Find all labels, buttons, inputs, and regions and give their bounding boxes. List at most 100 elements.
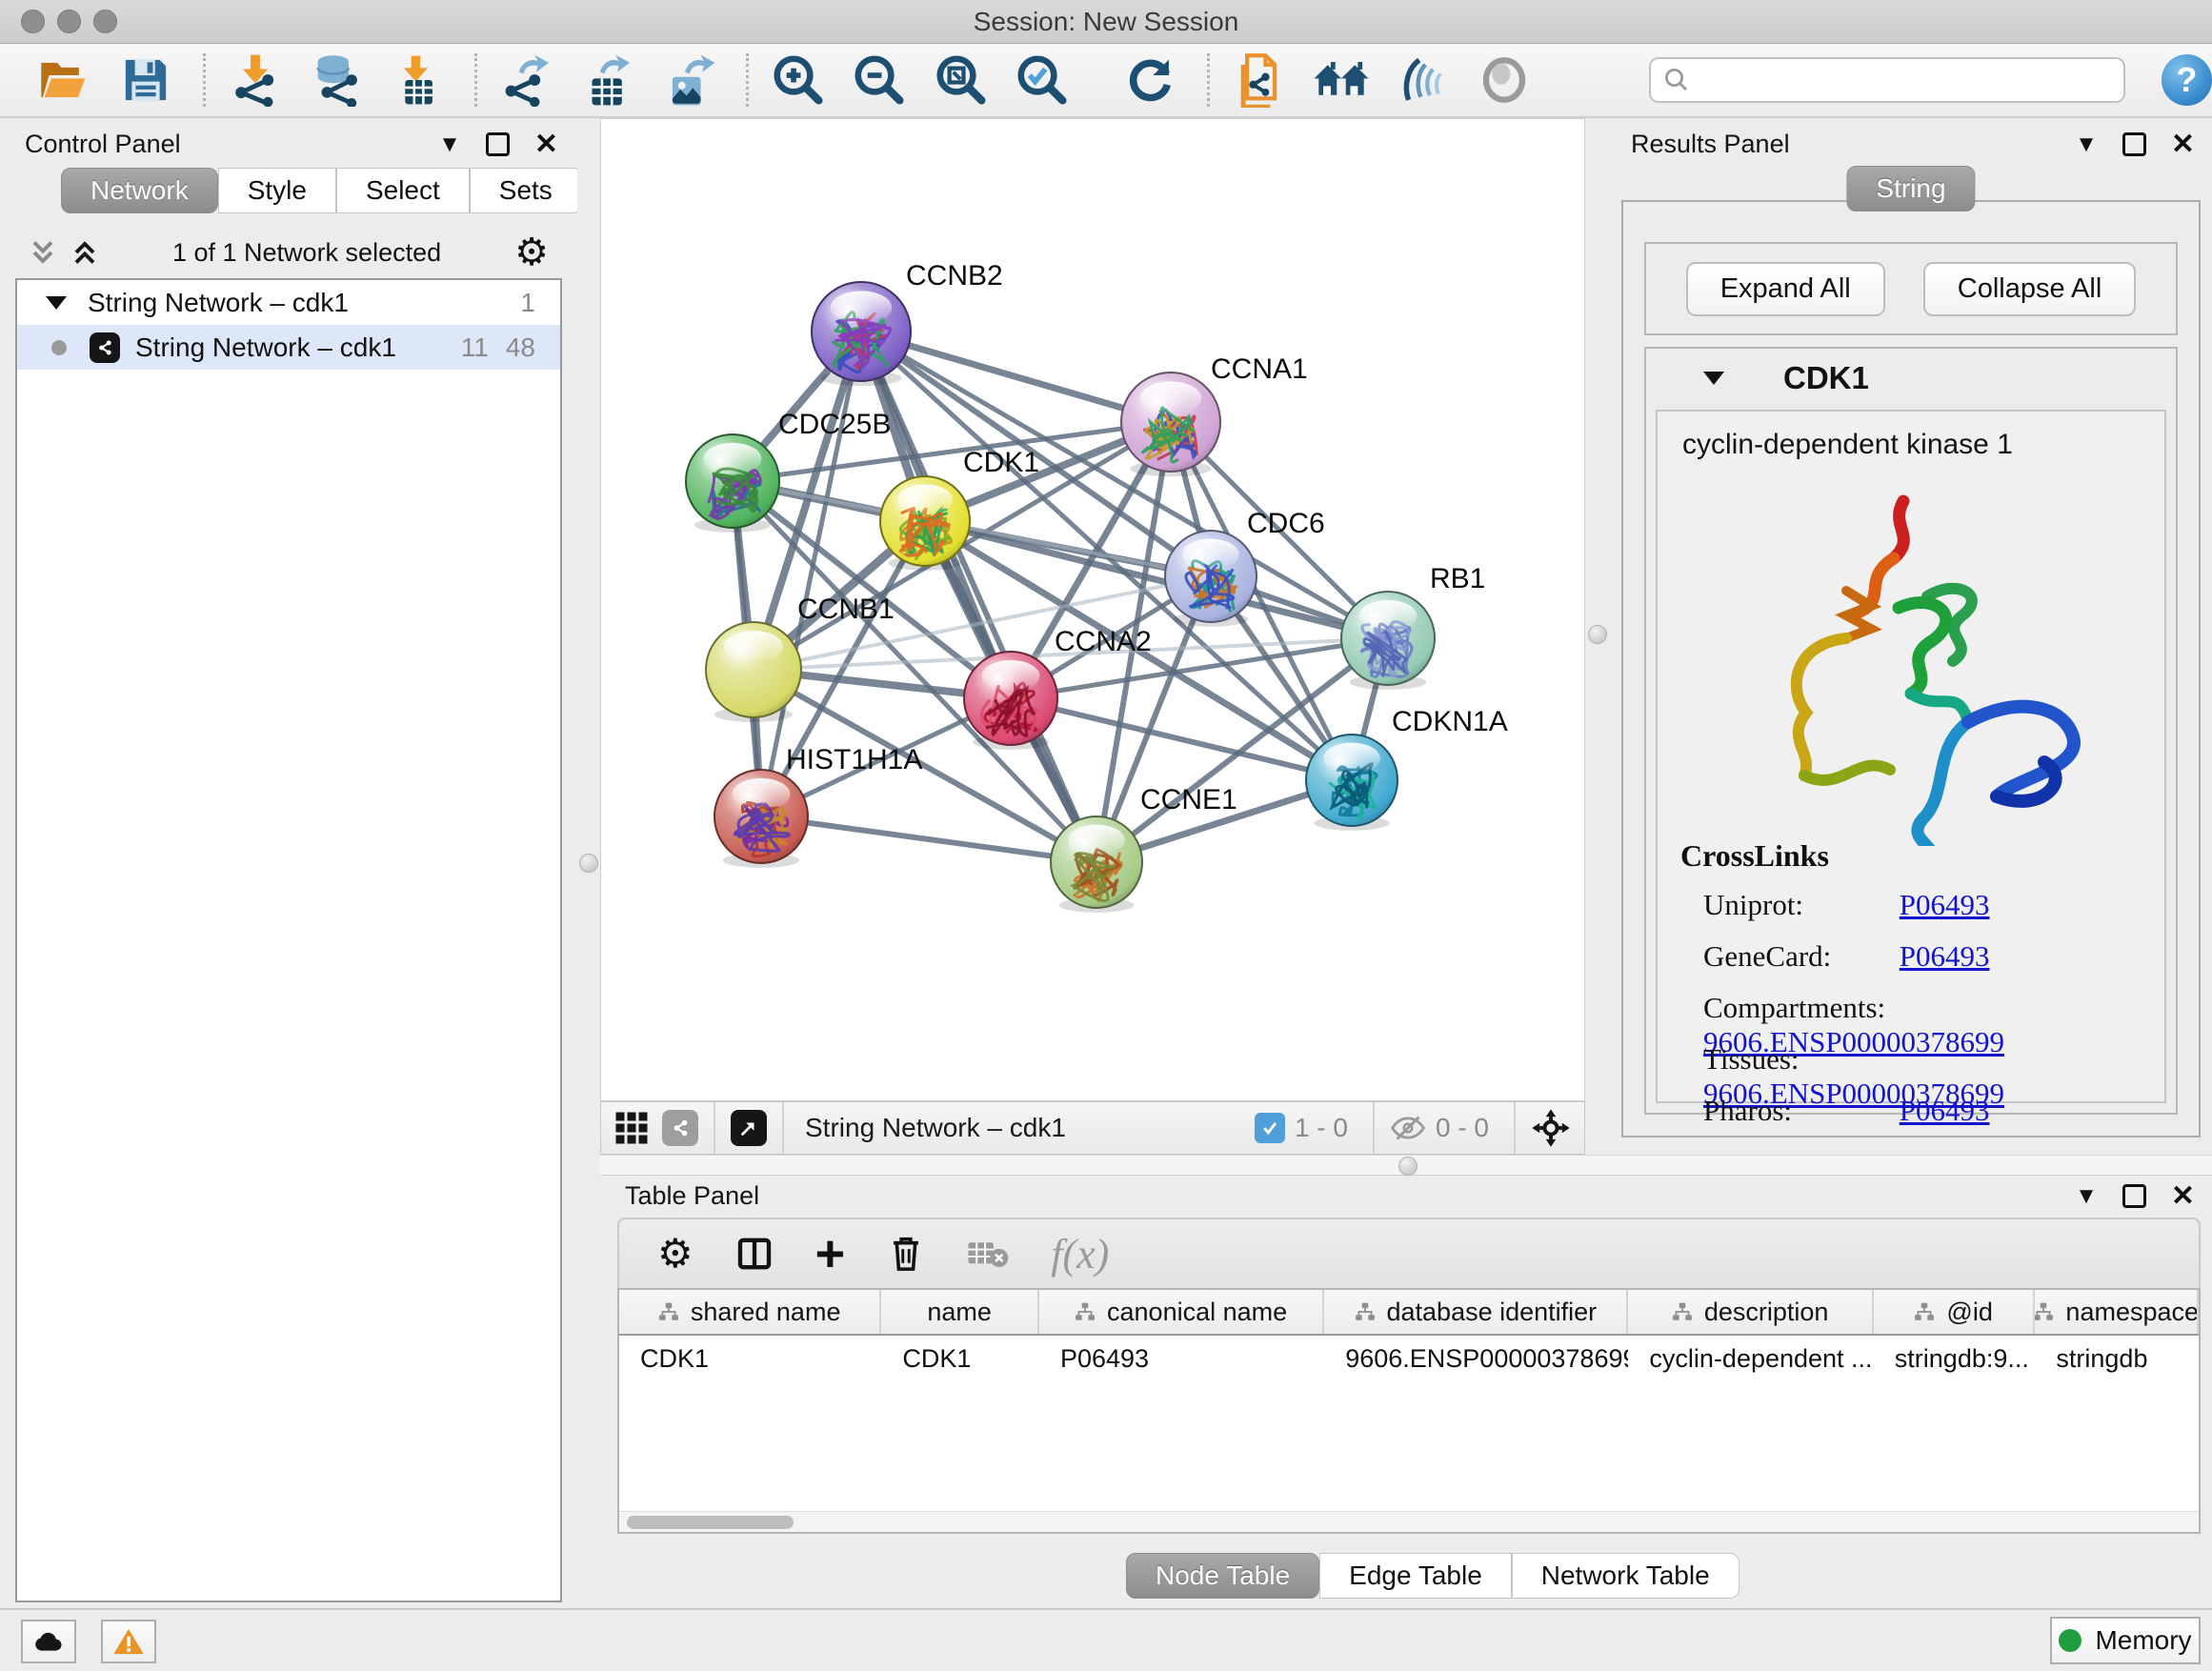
collection-collapse-icon[interactable] bbox=[46, 296, 67, 310]
float-panel-icon[interactable]: ▼ bbox=[2075, 1185, 2098, 1208]
scrollbar-thumb[interactable] bbox=[627, 1516, 794, 1529]
expand-all-networks-icon[interactable] bbox=[70, 236, 99, 269]
tab-string[interactable]: String bbox=[1846, 166, 1975, 211]
table-cell[interactable]: stringdb bbox=[2035, 1336, 2199, 1381]
table-cell[interactable]: CDK1 bbox=[619, 1336, 881, 1381]
open-in-browser-icon[interactable] bbox=[731, 1110, 767, 1146]
close-panel-icon[interactable]: ✕ bbox=[2171, 131, 2195, 159]
collapse-all-button[interactable]: Collapse All bbox=[1923, 262, 2137, 316]
genecard-link[interactable]: P06493 bbox=[1900, 939, 1990, 973]
network-node-count: 11 bbox=[461, 332, 489, 363]
maximize-panel-icon[interactable] bbox=[486, 132, 510, 156]
network-options-gear-icon[interactable]: ⚙ bbox=[514, 233, 549, 272]
zoom-in-icon[interactable] bbox=[770, 51, 826, 109]
tab-node-table[interactable]: Node Table bbox=[1126, 1553, 1319, 1599]
selected-nodes-counter: 1 - 0 bbox=[1295, 1113, 1348, 1143]
memory-button[interactable]: Memory bbox=[2050, 1617, 2201, 1664]
node-gloss bbox=[704, 443, 762, 474]
memory-label: Memory bbox=[2095, 1625, 2191, 1656]
hierarchy-icon bbox=[1914, 1301, 1935, 1322]
import-network-from-database-icon[interactable] bbox=[308, 51, 364, 109]
main-toolbar: ? bbox=[0, 44, 2212, 118]
float-panel-icon[interactable]: ▼ bbox=[2075, 133, 2098, 156]
tab-network[interactable]: Network bbox=[61, 168, 218, 213]
help-button[interactable]: ? bbox=[2162, 54, 2212, 106]
network-collection-row[interactable]: String Network – cdk1 1 bbox=[17, 280, 560, 325]
hide-results-eye-slash-icon[interactable] bbox=[1395, 51, 1451, 109]
splitter-handle[interactable] bbox=[579, 854, 598, 873]
tab-style[interactable]: Style bbox=[218, 168, 336, 213]
refresh-icon[interactable] bbox=[1122, 51, 1178, 109]
tab-select[interactable]: Select bbox=[336, 168, 470, 213]
network-view-title: String Network – cdk1 bbox=[805, 1113, 1066, 1143]
selected-nodes-checkbox-icon[interactable] bbox=[1255, 1113, 1285, 1143]
column-header-sharedname[interactable]: shared name bbox=[619, 1290, 881, 1334]
column-header-id[interactable]: @id bbox=[1874, 1290, 2036, 1334]
column-header-description[interactable]: description bbox=[1628, 1290, 1873, 1334]
share-session-file-icon[interactable] bbox=[1231, 51, 1287, 109]
import-network-from-file-icon[interactable] bbox=[227, 51, 283, 109]
zoom-out-icon[interactable] bbox=[852, 51, 908, 109]
maximize-panel-icon[interactable] bbox=[2122, 132, 2146, 156]
search-input[interactable] bbox=[1691, 66, 2101, 95]
left-panel-splitter[interactable] bbox=[577, 118, 600, 1608]
tab-sets[interactable]: Sets bbox=[470, 168, 582, 213]
string-network-graph[interactable]: CCNB2CCNA1CDC25BCDK1CDC6RB1CCNB1CCNA2CDK… bbox=[601, 119, 1584, 1100]
expand-all-button[interactable]: Expand All bbox=[1686, 262, 1885, 316]
maximize-panel-icon[interactable] bbox=[2122, 1184, 2146, 1208]
string-style-icon[interactable] bbox=[662, 1110, 698, 1146]
tab-network-table[interactable]: Network Table bbox=[1512, 1553, 1739, 1599]
node-label-CDK1: CDK1 bbox=[963, 447, 1039, 478]
crosslink-row: GeneCard: P06493 bbox=[1703, 939, 1990, 974]
table-cell[interactable]: cyclin-dependent ... bbox=[1628, 1336, 1873, 1381]
column-header-databaseidentifier[interactable]: database identifier bbox=[1324, 1290, 1628, 1334]
table-cell[interactable]: CDK1 bbox=[881, 1336, 1039, 1381]
column-header-canonicalname[interactable]: canonical name bbox=[1039, 1290, 1324, 1334]
cloud-status-button[interactable] bbox=[21, 1620, 76, 1663]
table-row[interactable]: CDK1CDK1P064939606.ENSP00000378699cyclin… bbox=[619, 1336, 2199, 1381]
column-header-name[interactable]: name bbox=[881, 1290, 1039, 1334]
string-results-container: Expand All Collapse All CDK1 cyclin-depe… bbox=[1621, 200, 2201, 1137]
import-table-from-file-icon[interactable] bbox=[390, 51, 446, 109]
collapse-all-networks-icon[interactable] bbox=[29, 236, 57, 269]
zoom-selected-icon[interactable] bbox=[1014, 51, 1070, 109]
splitter-handle[interactable] bbox=[1588, 625, 1607, 644]
zoom-fit-content-icon[interactable] bbox=[933, 51, 989, 109]
table-horizontal-scrollbar[interactable] bbox=[619, 1511, 2199, 1532]
table-cell[interactable]: stringdb:9... bbox=[1874, 1336, 2036, 1381]
table-panel: Table Panel ▼ ✕ ⚙ + f(x) shared namename… bbox=[600, 1176, 2212, 1608]
add-column-icon[interactable]: + bbox=[815, 1228, 846, 1279]
show-results-eye-icon[interactable] bbox=[1476, 51, 1532, 109]
gene-entry-panel: CDK1 cyclin-dependent kinase 1 bbox=[1644, 347, 2178, 1115]
pharos-link[interactable]: P06493 bbox=[1900, 1094, 1990, 1127]
close-panel-icon[interactable]: ✕ bbox=[2171, 1182, 2195, 1211]
entry-collapse-icon[interactable] bbox=[1703, 372, 1724, 385]
right-panel-splitter[interactable] bbox=[1585, 118, 1610, 1155]
export-table-icon[interactable] bbox=[579, 51, 635, 109]
uniprot-link[interactable]: P06493 bbox=[1900, 888, 1990, 921]
warnings-button[interactable] bbox=[101, 1620, 156, 1663]
show-columns-icon[interactable] bbox=[735, 1235, 774, 1273]
network-row[interactable]: String Network – cdk1 11 48 bbox=[17, 325, 560, 370]
close-panel-icon[interactable]: ✕ bbox=[534, 131, 558, 159]
table-options-gear-icon[interactable]: ⚙ bbox=[657, 1234, 694, 1274]
node-label-CCNA1: CCNA1 bbox=[1211, 353, 1308, 385]
table-cell[interactable]: P06493 bbox=[1039, 1336, 1324, 1381]
column-header-namespace[interactable]: namespace bbox=[2035, 1290, 2199, 1334]
birds-eye-view-icon[interactable] bbox=[614, 1111, 649, 1145]
open-session-icon[interactable] bbox=[36, 51, 92, 109]
table-panel-splitter[interactable] bbox=[600, 1155, 2212, 1176]
status-bar: Memory bbox=[0, 1608, 2212, 1671]
tab-edge-table[interactable]: Edge Table bbox=[1319, 1553, 1512, 1599]
delete-column-icon[interactable] bbox=[887, 1234, 925, 1274]
export-network-icon[interactable] bbox=[498, 51, 554, 109]
network-canvas[interactable]: CCNB2CCNA1CDC25BCDK1CDC6RB1CCNB1CCNA2CDK… bbox=[600, 118, 1585, 1101]
splitter-handle[interactable] bbox=[1398, 1157, 1418, 1176]
save-session-icon[interactable] bbox=[117, 51, 173, 109]
float-panel-icon[interactable]: ▼ bbox=[438, 133, 461, 156]
table-cell[interactable]: 9606.ENSP00000378699 bbox=[1324, 1336, 1628, 1381]
home-network-icon[interactable] bbox=[1313, 51, 1370, 109]
export-image-icon[interactable] bbox=[661, 51, 717, 109]
network-edge-HIST1H1A-CCNE1[interactable] bbox=[761, 816, 1096, 862]
pan-mode-icon[interactable] bbox=[1531, 1108, 1571, 1148]
